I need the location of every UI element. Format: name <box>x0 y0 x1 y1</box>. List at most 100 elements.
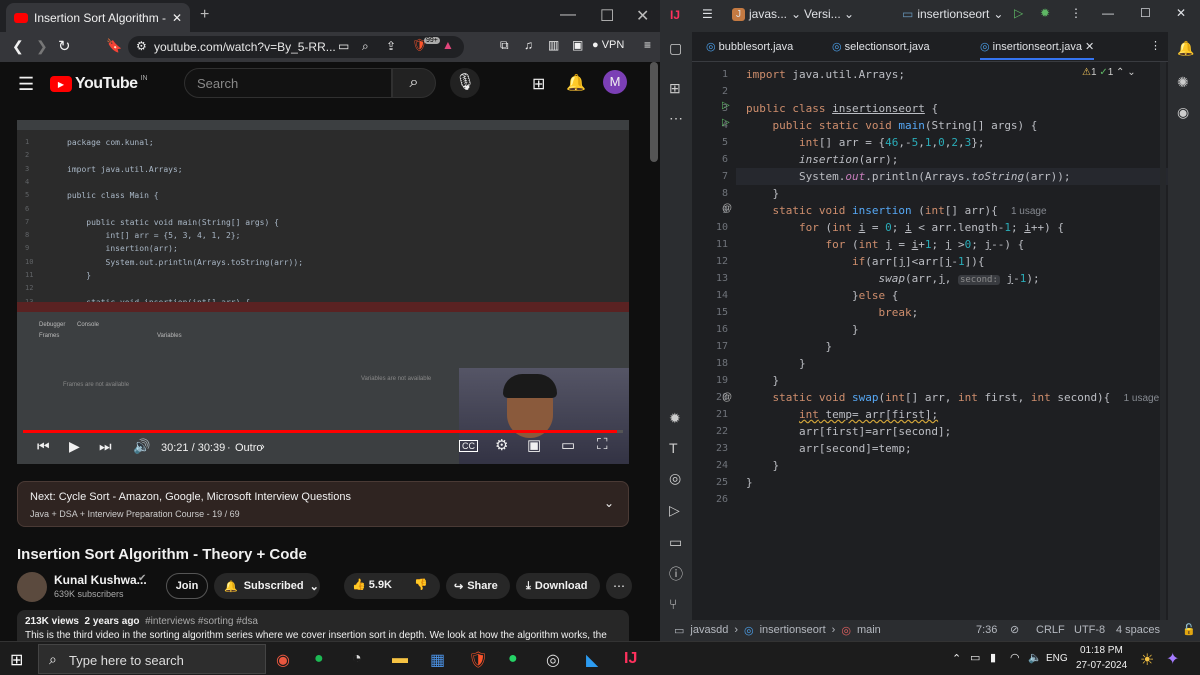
obs-icon[interactable]: ◎ <box>546 650 560 670</box>
url-field[interactable]: ⚙ youtube.com/watch?v=By_5-RR... ▭ ⌕ ⇪ 🛡… <box>128 36 464 58</box>
intellij-taskbar-icon[interactable]: IJ <box>624 650 637 668</box>
join-button[interactable]: Join <box>166 573 208 599</box>
git-icon[interactable]: ⑂ <box>669 596 677 612</box>
dislike-button[interactable]: 👎 <box>414 578 428 591</box>
menu-icon[interactable]: ≡ <box>644 38 651 52</box>
voice-search-button[interactable]: 🎙 <box>450 68 480 98</box>
reload-icon[interactable]: ↻ <box>58 37 71 55</box>
indent-setting[interactable]: 4 spaces <box>1116 624 1160 636</box>
breadcrumb[interactable]: ▭ javasdd › ◎ insertionseort › ◎ main <box>674 624 881 637</box>
spotify-icon[interactable]: ● <box>314 650 324 668</box>
cc-icon[interactable]: CC <box>459 440 478 452</box>
like-button[interactable]: 👍 5.9K <box>352 578 392 591</box>
chevron-down-icon[interactable]: ⌄ <box>1127 67 1135 78</box>
tab-options-icon[interactable]: ⋮ <box>1150 39 1161 52</box>
whatsapp-icon[interactable]: ● <box>508 650 518 668</box>
channel-name[interactable]: Kunal Kushwa... <box>54 573 147 587</box>
structure-icon[interactable]: ⊞ <box>669 80 681 97</box>
ai-assistant-icon[interactable]: ✺ <box>1177 74 1189 91</box>
share-page-icon[interactable]: ⇪ <box>386 39 396 53</box>
maximize-icon[interactable]: ☐ <box>1140 6 1151 20</box>
run-tool-icon[interactable]: ▷ <box>669 502 680 519</box>
close-window-icon[interactable]: ✕ <box>636 6 649 26</box>
clock-date[interactable]: 27-07-2024 <box>1076 660 1127 671</box>
hamburger-icon[interactable]: ☰ <box>18 74 34 95</box>
wifi-icon[interactable]: ◠ <box>1010 651 1020 664</box>
services-icon[interactable]: ◎ <box>669 470 681 487</box>
minimize-icon[interactable]: — <box>560 6 576 24</box>
taskbar-search-input[interactable]: ⌕ Type here to search <box>38 644 266 674</box>
music-icon[interactable]: ♫ <box>524 38 533 52</box>
progress-bar[interactable] <box>23 430 623 433</box>
code-editor[interactable]: 1 2 3 4 5 6 7 8 9 10 11 12 13 14 15 16 17 18 19 20 21 22 23 24 2… <box>692 62 1168 620</box>
battery-icon[interactable]: ▮ <box>990 651 996 664</box>
more-icon[interactable]: ⋮ <box>1070 6 1082 20</box>
clock-app-icon[interactable]: ◔ <box>352 650 362 668</box>
settings-icon[interactable]: ⚙ <box>495 436 508 454</box>
main-menu-icon[interactable]: ☰ <box>702 7 713 21</box>
chapter-arrow-icon[interactable]: › <box>261 441 265 453</box>
hashtags[interactable]: #interviews #sorting #dsa <box>145 616 258 627</box>
tray-chevron-icon[interactable]: ⌃ <box>952 652 961 665</box>
description-box[interactable]: 213K views 2 years ago #interviews #sort… <box>17 610 629 641</box>
prev-icon[interactable]: ⏮ <box>37 438 50 455</box>
bell-icon[interactable]: 🔔 <box>566 73 586 93</box>
brave-icon[interactable]: 🛡 <box>468 650 488 670</box>
youtube-logo[interactable]: ▶ YouTube IN <box>50 75 148 93</box>
debug-icon[interactable]: ✹ <box>1040 6 1050 20</box>
next-icon[interactable]: ⏭ <box>99 438 112 455</box>
search-button[interactable]: ⌕ <box>392 68 436 98</box>
terminal-icon[interactable]: ▭ <box>669 534 682 551</box>
editor-scrollbar[interactable] <box>1160 62 1166 620</box>
extensions-icon[interactable]: ⧉ <box>500 38 509 53</box>
close-tab-icon[interactable]: ✕ <box>1085 41 1094 53</box>
wallet-icon[interactable]: ▣ <box>572 38 583 52</box>
bookmark-icon[interactable]: 🔖 <box>106 38 122 54</box>
close-window-icon[interactable]: ✕ <box>1176 6 1186 20</box>
theater-icon[interactable]: ▭ <box>561 436 575 454</box>
zoom-icon[interactable]: ⌕ <box>362 39 369 54</box>
channel-avatar[interactable] <box>17 572 47 602</box>
tab-insertionseort[interactable]: ◎ insertionseort.java ✕ <box>980 40 1095 60</box>
run-config-selector[interactable]: ▭ insertionseort ⌄ <box>902 7 1003 21</box>
usage-hint[interactable]: 1 usage <box>1011 206 1047 217</box>
back-icon[interactable]: ❮ <box>12 38 24 55</box>
run-main-icon[interactable]: ▷ <box>722 117 730 128</box>
file-explorer-icon[interactable]: ▬ <box>392 650 408 668</box>
forward-icon[interactable]: ❯ <box>36 38 48 55</box>
weather-icon[interactable]: ☀ <box>1140 650 1154 670</box>
usb-icon[interactable]: ▭ <box>970 651 980 664</box>
line-separator[interactable]: CRLF <box>1036 624 1065 636</box>
file-encoding[interactable]: UTF-8 <box>1074 624 1105 636</box>
calendar-icon[interactable]: ▦ <box>430 650 445 670</box>
cursor-position[interactable]: 7:36 <box>976 624 997 636</box>
close-tab-icon[interactable]: ✕ <box>172 11 182 25</box>
share-button[interactable]: ↪ Share <box>446 573 510 599</box>
more-tools-icon[interactable]: ⋯ <box>669 110 683 127</box>
avatar[interactable]: M <box>603 70 627 94</box>
project-selector[interactable]: J javas... ⌄ <box>732 7 801 21</box>
maximize-icon[interactable]: ☐ <box>600 6 614 26</box>
chrome-icon[interactable]: ◉ <box>276 650 290 670</box>
sidebar-icon[interactable]: ▥ <box>548 38 559 52</box>
next-up-panel[interactable]: Next: Cycle Sort - Amazon, Google, Micro… <box>17 481 629 527</box>
brave-rewards-icon[interactable]: ▲ <box>442 38 454 52</box>
speaker-icon[interactable]: 🔈 <box>1028 651 1042 664</box>
miniplayer-icon[interactable]: ▣ <box>527 436 541 454</box>
build-icon[interactable]: T <box>669 440 678 456</box>
vscode-icon[interactable]: ◣ <box>586 650 598 670</box>
chevron-up-icon[interactable]: ⌃ <box>1116 67 1124 78</box>
tab-selectionsort[interactable]: ◎ selectionsort.java <box>832 40 930 53</box>
fullscreen-icon[interactable]: ⛶ <box>597 436 608 453</box>
download-button[interactable]: ⤓ Download <box>516 573 600 599</box>
windows-start-icon[interactable]: ⊞ <box>10 650 23 670</box>
chapter-title[interactable]: Outro <box>235 442 263 454</box>
inspection-widget[interactable]: ⚠1 ✓1 ⌃ ⌄ <box>1082 67 1136 78</box>
tab-bubblesort[interactable]: ◎ bubblesort.java <box>706 40 793 53</box>
run-class-icon[interactable]: ▷ <box>722 100 730 111</box>
video-player[interactable]: 12345678910111213 package com.kunal;impo… <box>17 120 629 464</box>
language-indicator[interactable]: ENG <box>1046 653 1068 664</box>
subscribed-button[interactable]: 🔔 Subscribed ⌄ <box>214 573 320 599</box>
chevron-down-icon[interactable]: ⌄ <box>604 496 614 510</box>
copilot-icon[interactable]: ✦ <box>1166 649 1179 669</box>
